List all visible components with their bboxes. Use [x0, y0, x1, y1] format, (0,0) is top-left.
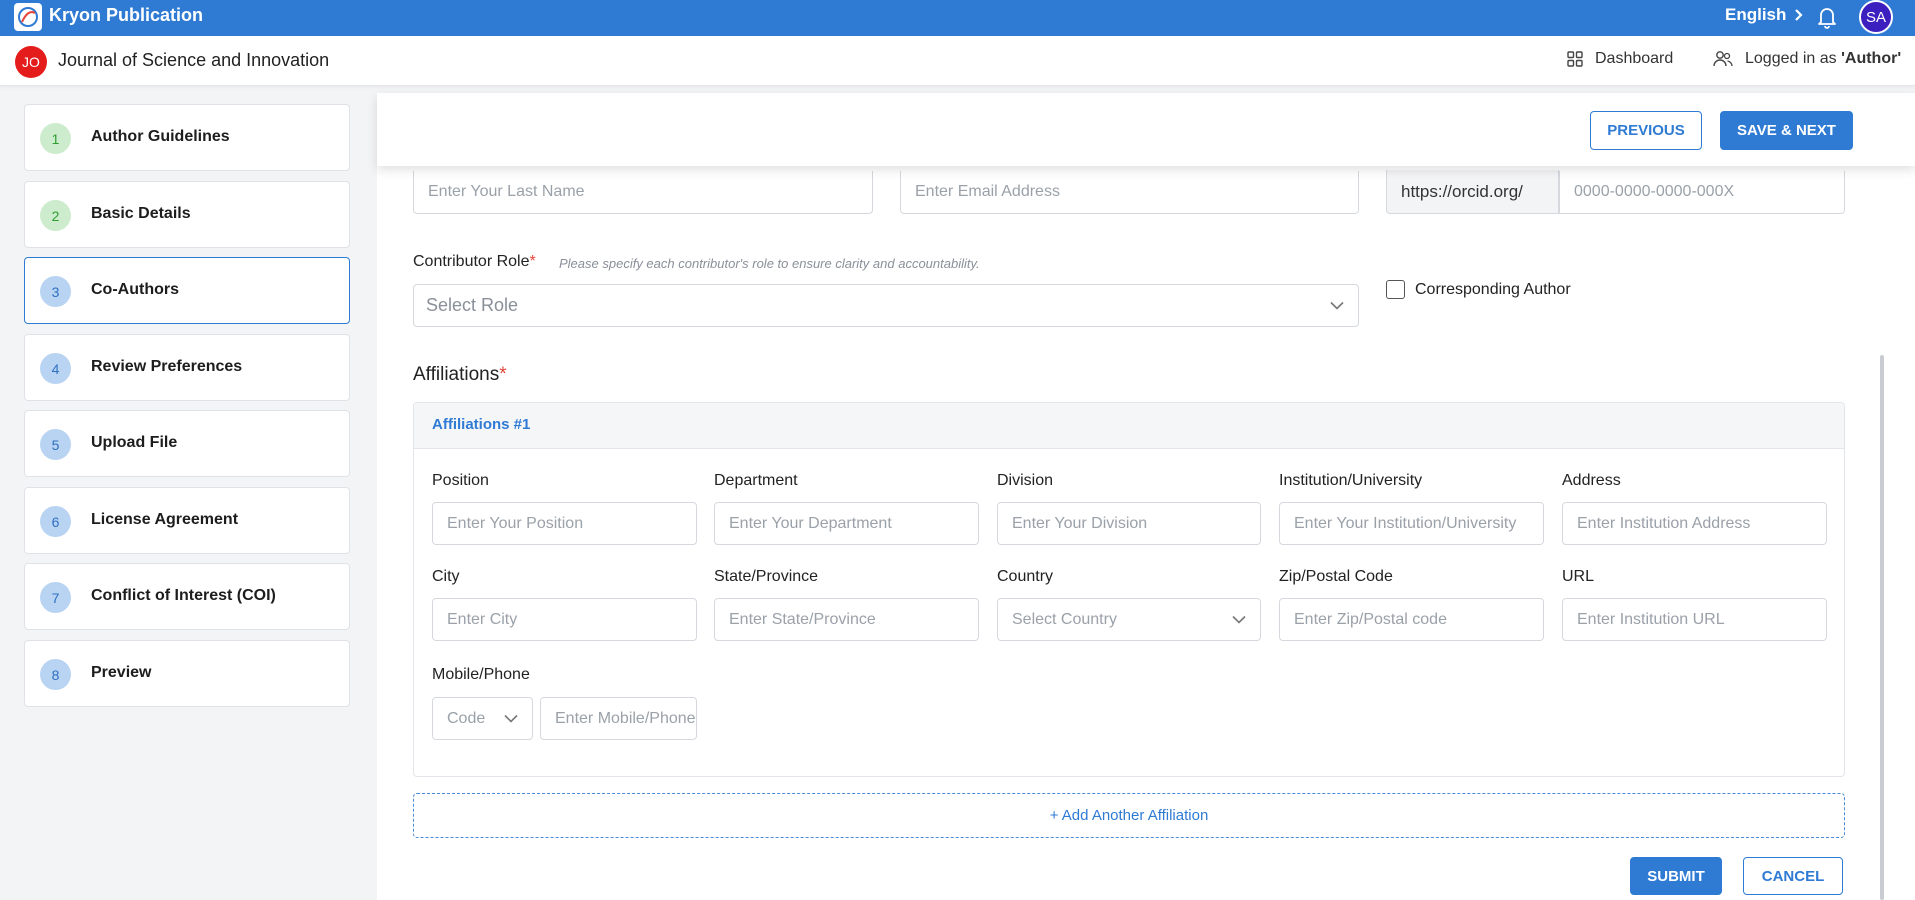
step-number: 1: [40, 123, 71, 154]
orcid-input[interactable]: 0000-0000-0000-000X: [1559, 171, 1845, 214]
step-number: 7: [40, 582, 71, 613]
chevron-down-icon: [1232, 615, 1246, 624]
address-label: Address: [1562, 472, 1621, 489]
contributor-role-help: Please specify each contributor's role t…: [559, 256, 980, 271]
step-number: 6: [40, 506, 71, 537]
previous-button[interactable]: PREVIOUS: [1590, 111, 1702, 150]
action-bar: PREVIOUS SAVE & NEXT: [377, 93, 1915, 166]
bell-icon[interactable]: [1815, 4, 1839, 30]
step-author-guidelines[interactable]: 1 Author Guidelines: [24, 104, 350, 171]
contributor-role-label: Contributor Role*: [413, 253, 536, 270]
affiliation-card-title[interactable]: Affiliations #1: [432, 416, 530, 433]
city-input[interactable]: Enter City: [432, 598, 697, 641]
contributor-role-select[interactable]: Select Role: [413, 284, 1359, 327]
phone-input[interactable]: Enter Mobile/Phone: [540, 697, 697, 740]
country-select[interactable]: Select Country: [997, 598, 1261, 641]
kryon-logo-icon[interactable]: [14, 3, 42, 31]
address-input[interactable]: Enter Institution Address: [1562, 502, 1827, 545]
institution-input[interactable]: Enter Your Institution/University: [1279, 502, 1544, 545]
last-name-input[interactable]: Enter Your Last Name: [413, 171, 873, 214]
top-app-bar: Kryon Publication English SA: [0, 0, 1915, 36]
step-number: 4: [40, 353, 71, 384]
step-upload-file[interactable]: 5 Upload File: [24, 410, 350, 477]
step-review-preferences[interactable]: 4 Review Preferences: [24, 334, 350, 401]
step-co-authors[interactable]: 3 Co-Authors: [24, 257, 350, 324]
scrollbar[interactable]: [1880, 355, 1884, 900]
url-input[interactable]: Enter Institution URL: [1562, 598, 1827, 641]
step-label: Upload File: [91, 434, 178, 451]
dashboard-label: Dashboard: [1595, 50, 1674, 67]
division-label: Division: [997, 472, 1054, 489]
position-input[interactable]: Enter Your Position: [432, 502, 697, 545]
department-input[interactable]: Enter Your Department: [714, 502, 979, 545]
institution-label: Institution/University: [1279, 472, 1423, 489]
phone-code-value: Code: [447, 709, 486, 727]
step-label: Author Guidelines: [91, 128, 230, 145]
journal-badge: JO: [15, 46, 47, 78]
city-label: City: [432, 568, 460, 585]
dashboard-link[interactable]: Dashboard: [1567, 50, 1673, 68]
add-affiliation-button[interactable]: + Add Another Affiliation: [413, 793, 1845, 838]
step-label: License Agreement: [91, 511, 239, 528]
chevron-down-icon: [504, 714, 518, 723]
step-license-agreement[interactable]: 6 License Agreement: [24, 487, 350, 554]
corresponding-author-checkbox[interactable]: [1386, 280, 1405, 299]
zip-label: Zip/Postal Code: [1279, 568, 1393, 585]
step-number: 3: [40, 276, 71, 307]
orcid-prefix: https://orcid.org/: [1386, 170, 1559, 214]
app-title[interactable]: Kryon Publication: [49, 5, 203, 26]
role-select-value: Select Role: [426, 295, 519, 315]
step-basic-details[interactable]: 2 Basic Details: [24, 181, 350, 248]
step-preview[interactable]: 8 Preview: [24, 640, 350, 707]
step-label: Conflict of Interest (COI): [91, 587, 276, 604]
email-input[interactable]: Enter Email Address: [900, 171, 1359, 214]
country-select-value: Select Country: [1012, 610, 1117, 628]
phone-code-select[interactable]: Code: [432, 697, 533, 740]
language-label: English: [1725, 5, 1787, 24]
step-label: Preview: [91, 664, 152, 681]
affiliations-title: Affiliations*: [413, 364, 507, 385]
division-input[interactable]: Enter Your Division: [997, 502, 1261, 545]
users-icon: [1713, 51, 1733, 67]
logged-in-label: Logged in as 'Author': [1745, 50, 1902, 67]
step-number: 5: [40, 429, 71, 460]
save-next-button[interactable]: SAVE & NEXT: [1720, 111, 1853, 150]
language-selector[interactable]: English: [1725, 5, 1803, 25]
step-label: Co-Authors: [91, 281, 179, 298]
dashboard-grid-icon: [1567, 51, 1583, 67]
position-label: Position: [432, 472, 489, 489]
journal-bar: JO Journal of Science and Innovation Das…: [0, 36, 1915, 86]
submit-button[interactable]: SUBMIT: [1630, 857, 1722, 895]
chevron-right-icon: [1795, 9, 1803, 21]
step-label: Review Preferences: [91, 358, 243, 375]
step-number: 2: [40, 200, 71, 231]
logged-in-status[interactable]: Logged in as 'Author': [1713, 50, 1901, 68]
cancel-button[interactable]: CANCEL: [1743, 857, 1843, 895]
department-label: Department: [714, 472, 798, 489]
user-avatar[interactable]: SA: [1859, 0, 1893, 34]
journal-title: Journal of Science and Innovation: [58, 50, 330, 70]
zip-input[interactable]: Enter Zip/Postal code: [1279, 598, 1544, 641]
step-number: 8: [40, 659, 71, 690]
url-label: URL: [1562, 568, 1595, 585]
step-conflict-of-interest[interactable]: 7 Conflict of Interest (COI): [24, 563, 350, 630]
corresponding-author-label[interactable]: Corresponding Author: [1415, 281, 1571, 299]
state-label: State/Province: [714, 568, 819, 585]
state-input[interactable]: Enter State/Province: [714, 598, 979, 641]
chevron-down-icon: [1330, 301, 1344, 310]
phone-label: Mobile/Phone: [432, 666, 530, 683]
affiliation-card-header: [414, 403, 1844, 449]
country-label: Country: [997, 568, 1054, 585]
step-label: Basic Details: [91, 205, 191, 222]
